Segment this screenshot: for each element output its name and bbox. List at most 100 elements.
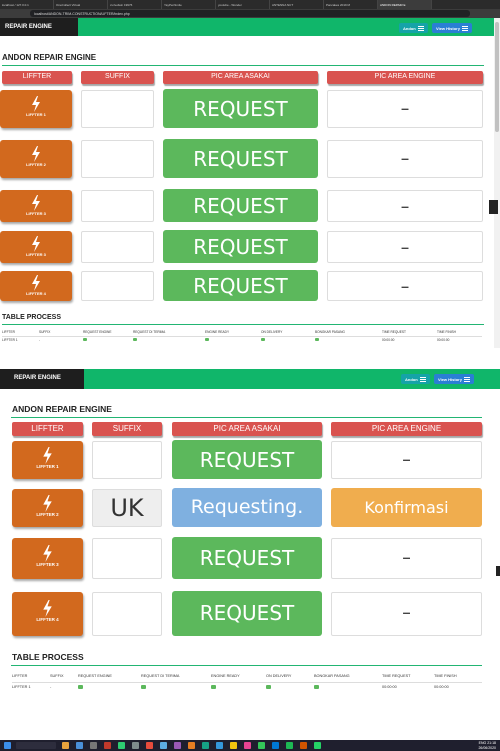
lightning-icon [32, 96, 40, 112]
lifter-button[interactable]: LIFFTER 3 [0, 231, 72, 263]
app-icon[interactable] [286, 742, 293, 749]
lifter-button[interactable]: LIFFTER 2 [12, 489, 83, 527]
lifter-button[interactable]: LIFFTER 3 [0, 190, 72, 222]
lifter-button[interactable]: LIFFTER 3 [12, 538, 83, 579]
th-request-engine: REQUEST ENGINE [83, 329, 112, 334]
side-panel-toggle[interactable] [496, 566, 500, 576]
andon-button[interactable]: Andon [401, 374, 430, 384]
title-rule [11, 417, 482, 418]
chrome-icon[interactable] [258, 742, 265, 749]
column-header-lifter: LIFFTER [12, 422, 83, 436]
navbar-brand[interactable]: REPAIR ENGINE [0, 369, 84, 389]
scrollbar-thumb[interactable] [495, 22, 499, 132]
th-time-request: TIME REQUEST [382, 674, 411, 679]
konfirmasi-button[interactable]: Konfirmasi [331, 488, 482, 527]
navbar-brand[interactable]: REPAIR ENGINE [0, 18, 78, 36]
th-engine-ready: ENGINE READY [205, 329, 230, 334]
lifter-button[interactable]: LIFFTER 4 [0, 271, 72, 301]
view-history-button[interactable]: View History [432, 23, 472, 33]
engine-status: – [401, 278, 409, 294]
td-time-finish: 00:00:00 [434, 685, 449, 690]
engine-status: – [402, 549, 411, 565]
th-request-engine: REQUEST ENGINE [78, 674, 112, 679]
request-button[interactable]: REQUEST [163, 139, 318, 178]
th-engine-ready: ENGINE READY [211, 674, 240, 679]
process-table-header: LIFFTER SUFFIX REQUEST ENGINE REQUEST DI… [2, 328, 482, 336]
lightning-icon [43, 600, 52, 617]
lifter-label: LIFFTER 2 [36, 512, 59, 517]
th-lifter: LIFFTER [12, 674, 28, 679]
top-navbar: REPAIR ENGINE Andon View History [0, 18, 500, 36]
lifter-label: LIFFTER 4 [36, 617, 59, 622]
taskbar: ENG 21:18 26/06/2020 [0, 740, 500, 751]
whatsapp-icon[interactable] [314, 742, 321, 749]
app-icon[interactable] [202, 742, 209, 749]
browser-tab-active[interactable]: ANDON REPAIR E [378, 0, 432, 9]
request-button[interactable]: REQUEST [163, 189, 318, 222]
folder-icon[interactable] [62, 742, 69, 749]
lifter-label: LIFFTER 3 [26, 211, 46, 216]
taskbar-search[interactable] [16, 742, 56, 749]
browser-tab[interactable]: youtube - Wonder [216, 0, 270, 9]
browser-tab[interactable]: localhost / 127.0.0.1 [0, 0, 54, 9]
th-request-di-terima: REQUEST DI TERIMA [141, 674, 180, 679]
request-button[interactable]: REQUEST [172, 591, 322, 636]
lifter-button[interactable]: LIFFTER 4 [12, 592, 83, 636]
engine-status: – [401, 100, 409, 116]
menu-icon [417, 26, 424, 31]
request-button[interactable]: REQUEST [163, 230, 318, 263]
view-history-button[interactable]: View History [434, 374, 474, 384]
windows-start-icon[interactable] [4, 742, 11, 749]
lifter-button[interactable]: LIFFTER 2 [0, 140, 72, 178]
request-button[interactable]: REQUEST [172, 537, 322, 579]
menu-icon [463, 377, 470, 382]
suffix-cell [81, 90, 154, 128]
td-request-di-terima [133, 336, 205, 343]
request-button[interactable]: REQUEST [172, 440, 322, 479]
app-icon[interactable] [160, 742, 167, 749]
lightning-icon [32, 195, 40, 211]
app-icon[interactable] [90, 742, 97, 749]
check-icon [315, 337, 319, 341]
app-icon[interactable] [118, 742, 125, 749]
app-icon[interactable] [272, 742, 279, 749]
visual-studio-icon[interactable] [174, 742, 181, 749]
app-icon[interactable] [244, 742, 251, 749]
engine-status: – [401, 150, 409, 166]
td-time-finish: 00:00:00 [437, 337, 450, 342]
view-history-label: View History [436, 26, 460, 31]
column-header-engine: PIC AREA ENGINE [327, 71, 483, 84]
browser-tab[interactable]: OneCollect Virtual [54, 0, 108, 9]
request-button[interactable]: REQUEST [163, 270, 318, 301]
andon-button[interactable]: Andon [399, 23, 428, 33]
andon-label: Andon [405, 377, 418, 382]
app-icon[interactable] [104, 742, 111, 749]
lightning-icon [32, 146, 40, 162]
check-icon [205, 337, 209, 341]
request-button[interactable]: REQUEST [163, 89, 318, 128]
browser-tab[interactable]: YayPenSmile [162, 0, 216, 9]
browser-tab[interactable]: cv.hedwin 19976 [108, 0, 162, 9]
separator [0, 350, 500, 368]
browser-tab[interactable]: ANTENNA NCT [270, 0, 324, 9]
app-icon[interactable] [216, 742, 223, 749]
side-panel-toggle[interactable] [489, 200, 498, 214]
app-icon[interactable] [188, 742, 195, 749]
requesting-button[interactable]: Requesting. [172, 488, 322, 527]
check-icon [133, 337, 137, 341]
page-title: ANDON REPAIR ENGINE [2, 53, 97, 62]
process-table-header: LIFFTER SUFFIX REQUEST ENGINE REQUEST DI… [12, 671, 482, 682]
suffix-cell [81, 190, 154, 222]
app-icon[interactable] [230, 742, 237, 749]
app-icon[interactable] [132, 742, 139, 749]
browser-tab[interactable]: Pancakes 2019 M [324, 0, 378, 9]
address-bar[interactable]: localhost/ANDON-TRIM-CONSTRUCTION/LIFTER… [30, 10, 470, 17]
app-icon[interactable] [146, 742, 153, 749]
system-tray[interactable]: ENG 21:18 26/06/2020 [478, 741, 496, 750]
app-icon[interactable] [300, 742, 307, 749]
lifter-button[interactable]: LIFFTER 1 [0, 90, 72, 128]
app-icon[interactable] [76, 742, 83, 749]
table-row: LIFFTER 1 - 00:00:00 00:00:00 [2, 336, 482, 343]
th-time-request: TIME REQUEST [382, 329, 406, 334]
lifter-button[interactable]: LIFFTER 1 [12, 441, 83, 479]
